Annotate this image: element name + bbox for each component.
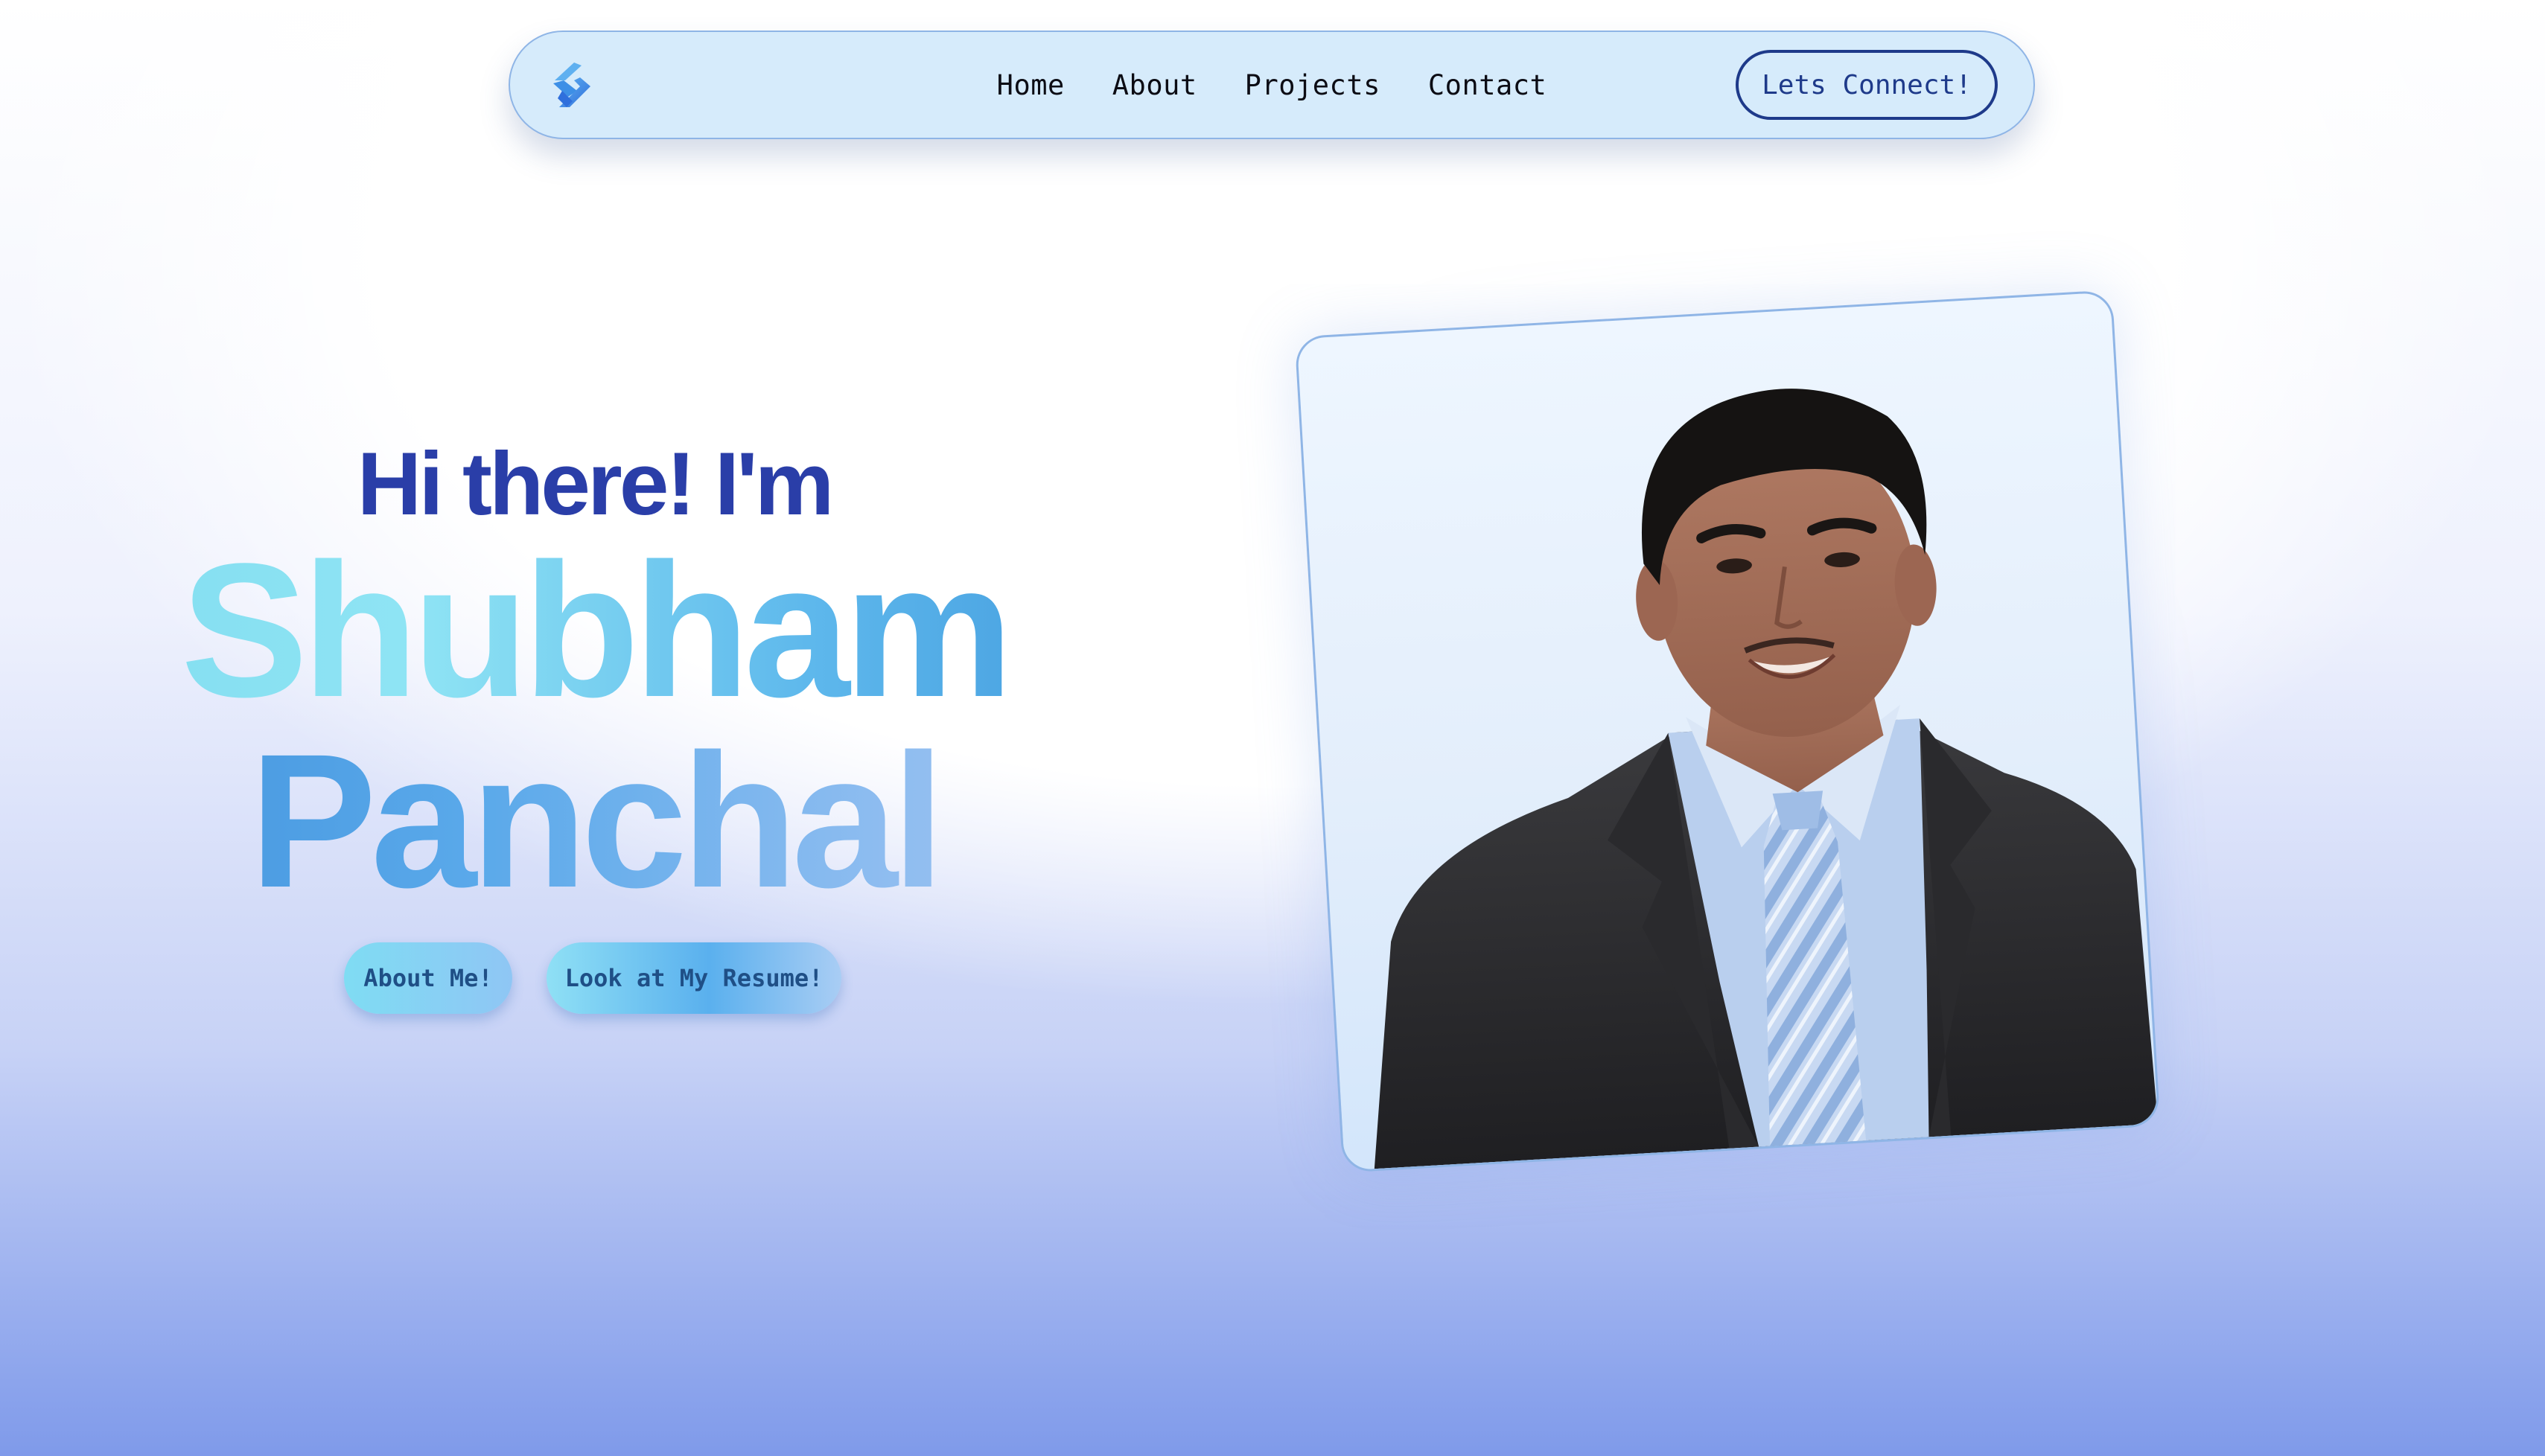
portrait-photo	[1374, 389, 2159, 1169]
portrait-card	[1294, 290, 2161, 1173]
lets-connect-button[interactable]: Lets Connect!	[1736, 50, 1998, 120]
nav-link-contact[interactable]: Contact	[1428, 69, 1547, 101]
hero-first-name: Shubham	[0, 530, 1188, 731]
nav-link-projects[interactable]: Projects	[1245, 69, 1380, 101]
nav-link-about[interactable]: About	[1112, 69, 1197, 101]
about-me-button[interactable]: About Me!	[344, 942, 512, 1014]
hero-buttons: About Me! Look at My Resume!	[344, 942, 841, 1014]
top-navbar: Home About Projects Contact Lets Connect…	[509, 31, 2035, 139]
nav-link-home[interactable]: Home	[997, 69, 1065, 101]
hero-last-name: Panchal	[0, 721, 1188, 922]
hero-greeting: Hi there! I'm	[357, 434, 835, 534]
resume-button[interactable]: Look at My Resume!	[547, 942, 841, 1014]
